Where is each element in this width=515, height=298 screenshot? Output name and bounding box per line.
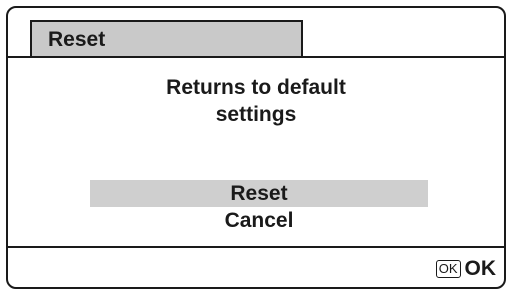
header-divider (6, 56, 506, 58)
ok-button[interactable]: OK OK (435, 256, 497, 282)
message-line-1: Returns to default (166, 76, 346, 99)
ok-key-icon: OK (435, 260, 461, 278)
ok-label: OK (464, 257, 497, 280)
footer-divider (6, 246, 506, 248)
cancel-option[interactable]: Cancel (90, 207, 428, 234)
message-line-2: settings (215, 103, 297, 126)
dialog-message: Returns to default settings (6, 74, 506, 128)
tab-label: Reset (48, 28, 106, 51)
reset-option[interactable]: Reset (90, 180, 428, 207)
tab-reset: Reset (30, 20, 303, 56)
